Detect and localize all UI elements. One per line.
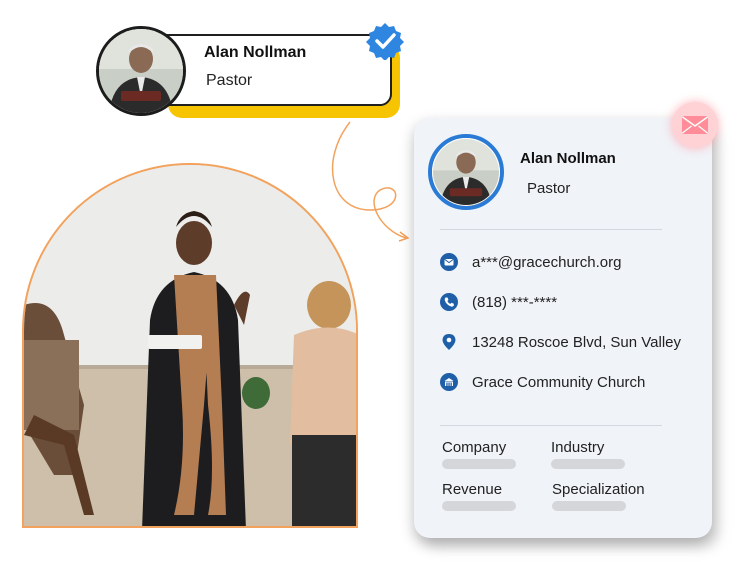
- company-label: Company: [442, 439, 507, 456]
- badge-title: Pastor: [206, 72, 253, 89]
- card-avatar: [428, 134, 504, 210]
- badge-name: Alan Nollman: [204, 44, 307, 61]
- profile-badge: Alan Nollman Pastor: [156, 34, 392, 106]
- building-icon: [440, 373, 458, 391]
- industry-label: Industry: [551, 439, 605, 456]
- contact-card: Alan Nollman Pastor a***@gracechurch.org…: [414, 118, 712, 538]
- avatar-photo: [99, 29, 183, 113]
- card-avatar-photo: [432, 138, 500, 206]
- specialization-label: Specialization: [552, 481, 645, 498]
- industry-placeholder: [551, 459, 625, 469]
- verified-check-icon: [366, 23, 404, 60]
- organization-row[interactable]: Grace Community Church: [440, 373, 645, 391]
- card-name: Alan Nollman: [520, 150, 616, 167]
- divider-bottom: [440, 425, 662, 426]
- email-text: a***@gracechurch.org: [472, 253, 622, 271]
- address-text: 13248 Roscoe Blvd, Sun Valley: [472, 333, 682, 351]
- address-row[interactable]: 13248 Roscoe Blvd, Sun Valley: [440, 333, 681, 351]
- location-pin-icon: [442, 334, 456, 350]
- email-icon: [440, 253, 458, 271]
- hero-photo: [22, 163, 358, 528]
- phone-row[interactable]: (818) ***-****: [440, 293, 557, 311]
- phone-icon: [440, 293, 458, 311]
- card-title: Pastor: [527, 180, 571, 197]
- organization-text: Grace Community Church: [472, 373, 646, 391]
- avatar: [96, 26, 186, 116]
- specialization-placeholder: [552, 501, 626, 511]
- envelope-icon: [682, 116, 708, 134]
- email-row[interactable]: a***@gracechurch.org: [440, 253, 621, 271]
- mail-button[interactable]: [672, 102, 718, 148]
- pastor-preaching-photo: [24, 165, 356, 526]
- revenue-placeholder: [442, 501, 516, 511]
- phone-text: (818) ***-****: [472, 293, 558, 311]
- divider-top: [440, 229, 662, 230]
- company-placeholder: [442, 459, 516, 469]
- revenue-label: Revenue: [442, 481, 503, 498]
